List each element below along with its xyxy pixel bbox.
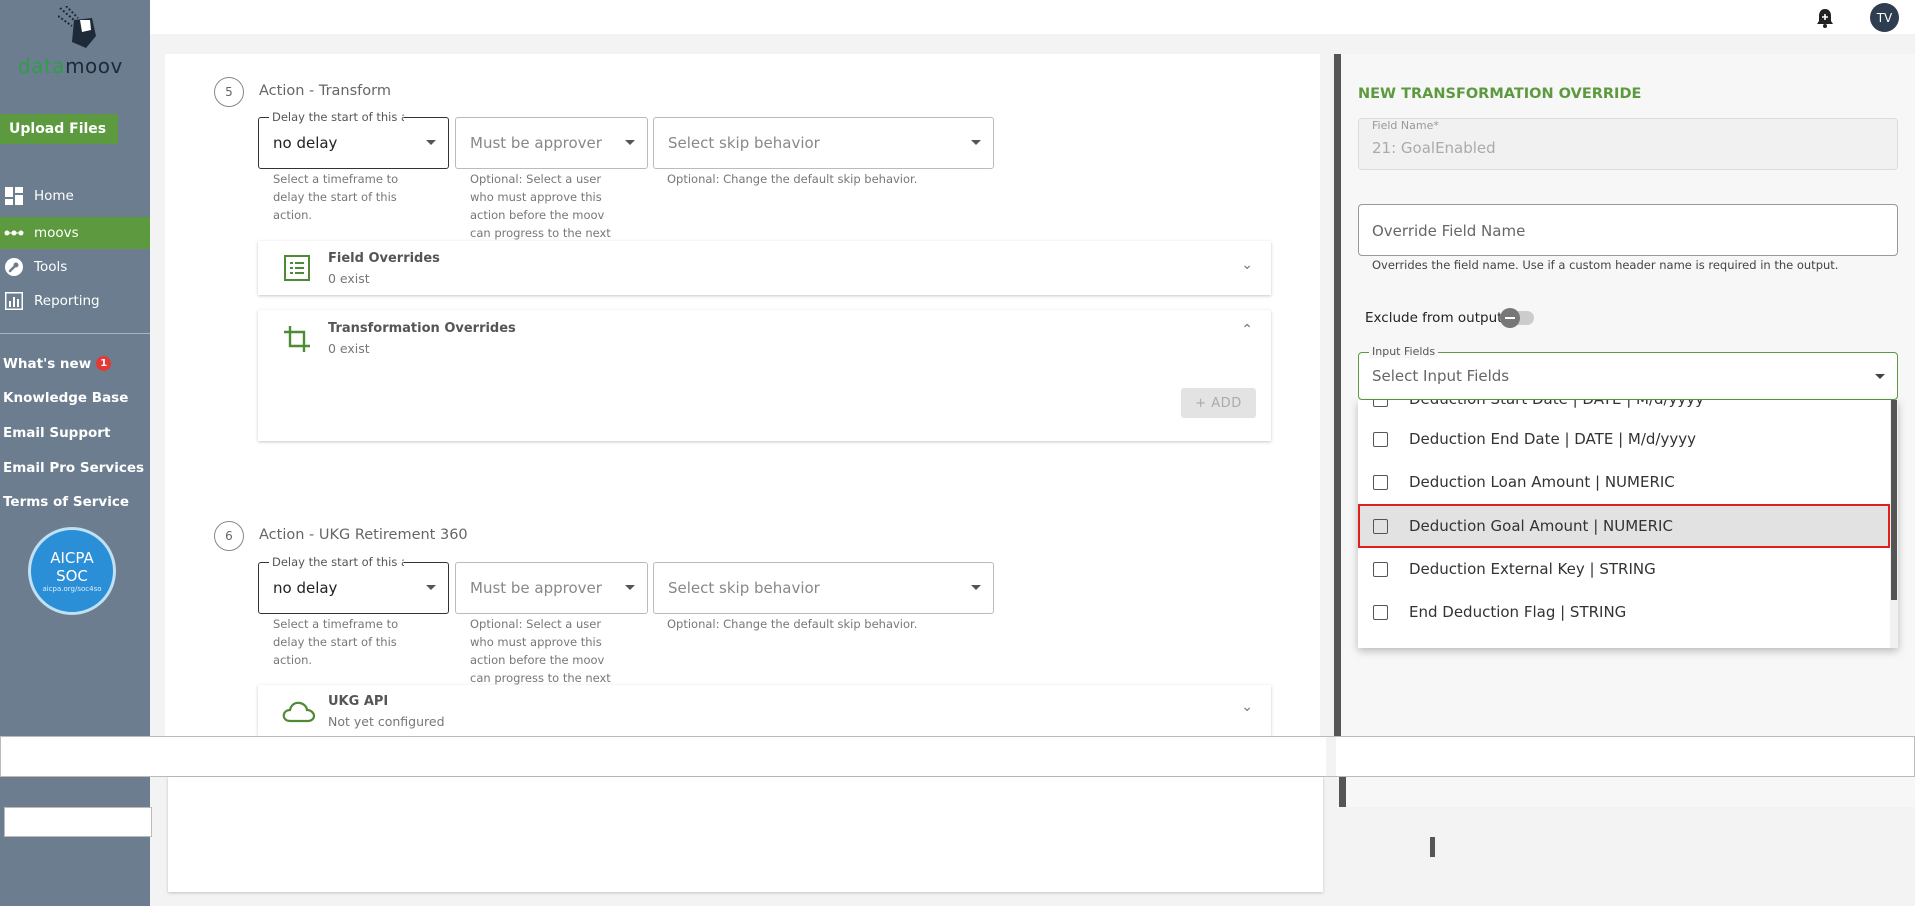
checkbox[interactable] <box>1373 604 1388 620</box>
skip-help: Optional: Change the default skip behavi… <box>667 172 918 186</box>
wrench-icon <box>4 257 24 277</box>
chevron-down-icon[interactable]: ⌄ <box>1241 699 1253 715</box>
dropdown-option[interactable]: Deduction End Date | DATE | M/d/yyyy <box>1358 418 1890 460</box>
ukg-api-card[interactable]: UKG API Not yet configured ⌄ <box>258 685 1271 736</box>
nav-reporting-label: Reporting <box>34 293 100 309</box>
input-fields-dropdown: Deduction Start Date | DATE | M/d/yyyy D… <box>1358 400 1898 648</box>
caret-down-icon <box>426 585 436 590</box>
overlay-strip <box>0 736 1915 777</box>
checkbox[interactable] <box>1373 431 1388 447</box>
action-step-number: 5 <box>214 77 244 107</box>
delay-select[interactable]: Delay the start of this action no delay <box>258 110 449 169</box>
transformation-overrides-card: Transformation Overrides 0 exist ⌃ + ADD <box>258 310 1271 441</box>
datamoov-logo[interactable]: datamoov <box>18 0 128 78</box>
dropdown-option-highlighted[interactable]: Deduction Goal Amount | NUMERIC <box>1358 504 1890 548</box>
whats-new-link[interactable]: What's new 1 <box>3 356 112 372</box>
top-header <box>150 0 1915 34</box>
dropdown-option[interactable]: End Deduction Flag | STRING <box>1358 591 1890 633</box>
user-avatar[interactable]: TV <box>1870 3 1899 32</box>
dots-icon <box>4 223 24 243</box>
crop-icon <box>284 326 310 352</box>
overlay-strip-small <box>4 807 152 837</box>
dropdown-option[interactable]: Deduction External Key | STRING <box>1358 548 1890 590</box>
caret-down-icon <box>1875 374 1885 379</box>
caret-down-icon <box>426 140 436 145</box>
field-overrides-card[interactable]: Field Overrides 0 exist ⌄ <box>258 241 1271 295</box>
action-title: Action - UKG Retirement 360 <box>259 527 468 543</box>
caret-down-icon <box>625 585 635 590</box>
action-step-number: 6 <box>214 521 244 551</box>
approver-help: Optional: Select a user who must approve… <box>470 172 611 240</box>
exclude-label: Exclude from output <box>1365 310 1503 326</box>
dropdown-option[interactable]: Deduction Start Date | DATE | M/d/yyyy <box>1358 400 1890 420</box>
email-pro-services-link[interactable]: Email Pro Services <box>3 460 144 476</box>
checkbox[interactable] <box>1373 518 1388 534</box>
input-fields-select[interactable]: Input Fields Select Input Fields <box>1358 345 1898 400</box>
override-help: Overrides the field name. Use if a custo… <box>1372 258 1839 272</box>
bar-chart-icon <box>4 291 24 311</box>
approver-select[interactable]: Must be approver <box>455 117 648 169</box>
approver-select[interactable]: Must be approver <box>455 562 648 614</box>
dropdown-option[interactable]: Deduction Loan Amount | NUMERIC <box>1358 461 1890 503</box>
add-override-button[interactable]: + ADD <box>1181 388 1256 418</box>
checkbox[interactable] <box>1373 400 1388 407</box>
skip-behavior-select[interactable]: Select skip behavior <box>653 562 994 614</box>
checkbox[interactable] <box>1373 561 1388 577</box>
scrollbar-thumb[interactable] <box>1891 400 1897 600</box>
caret-down-icon <box>625 140 635 145</box>
skip-behavior-select[interactable]: Select skip behavior <box>653 117 994 169</box>
delay-help: Select a timeframe to delay the start of… <box>273 617 399 667</box>
caret-down-icon <box>971 140 981 145</box>
chevron-up-icon[interactable]: ⌃ <box>1241 322 1253 338</box>
knowledge-base-link[interactable]: Knowledge Base <box>3 390 128 406</box>
toggle-knob <box>1500 308 1520 328</box>
logo-text: datamoov <box>18 54 123 78</box>
nav-moovs[interactable]: moovs <box>0 217 150 249</box>
list-icon <box>284 255 310 281</box>
upload-files-button[interactable]: Upload Files <box>0 114 118 144</box>
field-name-input: Field Name* 21: GoalEnabled <box>1358 118 1898 170</box>
nav-tools[interactable]: Tools <box>0 251 150 283</box>
exclude-toggle[interactable] <box>1500 308 1534 328</box>
delay-select[interactable]: Delay the start of this action no delay <box>258 555 449 614</box>
lower-panel <box>168 777 1323 892</box>
notification-count-badge: 1 <box>96 356 112 371</box>
nav-home[interactable]: Home <box>0 180 150 212</box>
checkbox[interactable] <box>1373 474 1388 490</box>
action-title: Action - Transform <box>259 83 391 99</box>
approver-help: Optional: Select a user who must approve… <box>470 617 611 685</box>
bell-icon[interactable] <box>1816 8 1834 28</box>
dashboard-icon <box>4 186 24 206</box>
nav-moovs-label: moovs <box>34 225 79 241</box>
override-panel-title: NEW TRANSFORMATION OVERRIDE <box>1358 86 1642 102</box>
terms-of-service-link[interactable]: Terms of Service <box>3 494 129 510</box>
dropdown-scrollbar[interactable] <box>1890 400 1898 648</box>
delay-help: Select a timeframe to delay the start of… <box>273 172 399 222</box>
lower-right-panel <box>1346 777 1915 807</box>
logo-mark-icon <box>58 6 96 48</box>
email-support-link[interactable]: Email Support <box>3 425 110 441</box>
override-field-name-input[interactable]: Override Field Name <box>1358 204 1898 256</box>
nav-tools-label: Tools <box>34 259 68 275</box>
nav-home-label: Home <box>34 188 74 204</box>
cloud-icon <box>282 701 316 723</box>
chevron-down-icon[interactable]: ⌄ <box>1241 257 1253 273</box>
aicpa-soc-badge: AICPA SOC aicpa.org/soc4so <box>28 527 116 615</box>
skip-help: Optional: Change the default skip behavi… <box>667 617 918 631</box>
panel-divider <box>1339 777 1346 807</box>
panel-divider <box>1334 54 1341 737</box>
sidebar-divider <box>0 333 150 334</box>
caret-down-icon <box>971 585 981 590</box>
panel-divider <box>1430 837 1435 857</box>
nav-reporting[interactable]: Reporting <box>0 285 150 317</box>
